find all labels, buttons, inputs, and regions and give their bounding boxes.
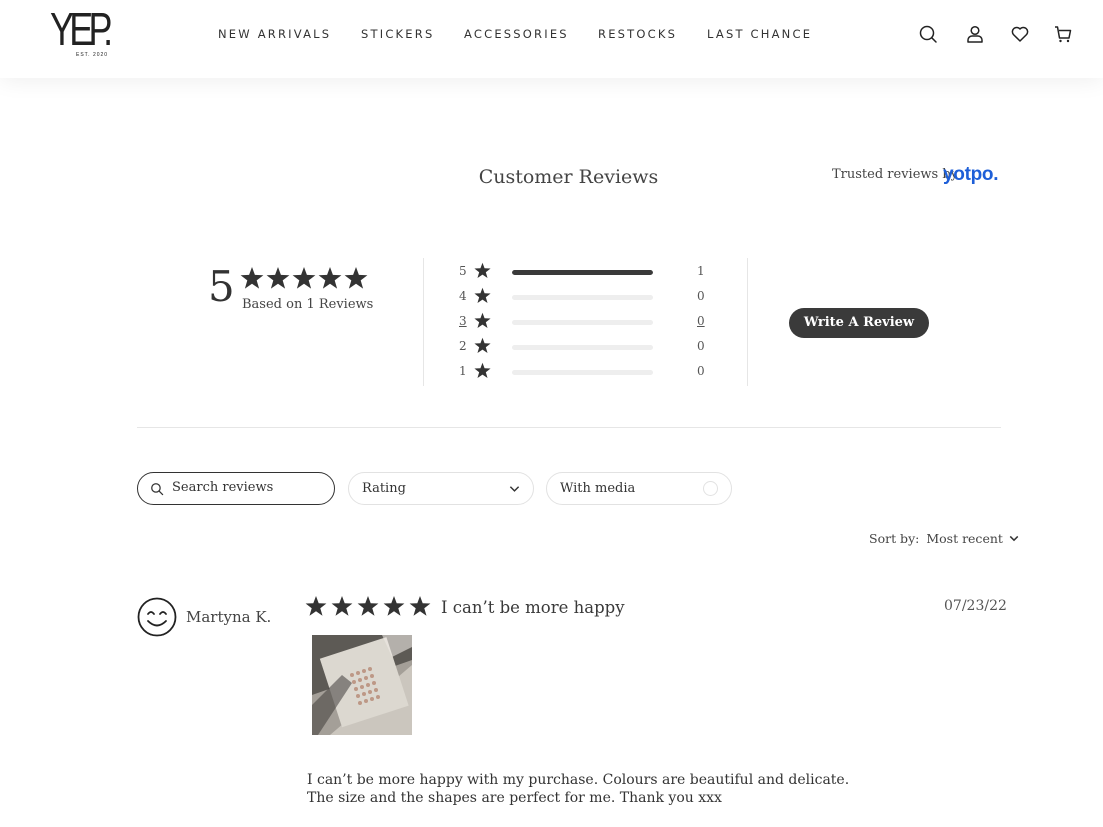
rating-row-5[interactable]: 5 1	[459, 261, 719, 281]
divider	[747, 258, 748, 386]
rating-row-2[interactable]: 2 0	[459, 336, 719, 356]
reviewer-name: Martyna K.	[186, 608, 272, 626]
rating-bar	[512, 345, 653, 350]
rating-row-4[interactable]: 4 0	[459, 286, 719, 306]
star-icon	[305, 596, 327, 616]
nav-new-arrivals[interactable]: NEW ARRIVALS	[218, 27, 331, 41]
rating-row-count: 0	[697, 314, 705, 328]
rating-row-stars: 2	[459, 339, 467, 353]
star-icon	[474, 287, 491, 304]
rating-row-count: 0	[697, 339, 705, 353]
review-body: I can’t be more happy with my purchase. …	[307, 772, 850, 806]
with-media-label: With media	[560, 481, 636, 496]
search-icon	[151, 483, 164, 496]
review-stars	[305, 596, 431, 616]
review-photo[interactable]	[312, 635, 412, 735]
sort-label: Sort by:	[869, 531, 920, 546]
star-icon	[240, 267, 264, 289]
cart-icon[interactable]	[1053, 24, 1073, 44]
star-icon	[474, 337, 491, 354]
star-icon	[344, 267, 368, 289]
rating-row-count: 0	[697, 364, 705, 378]
search-icon[interactable]	[918, 24, 938, 44]
rating-bar	[512, 320, 653, 325]
account-icon[interactable]	[965, 24, 985, 44]
section-divider	[137, 427, 1001, 428]
rating-row-stars: 5	[459, 264, 467, 278]
star-icon	[331, 596, 353, 616]
rating-filter-label: Rating	[362, 481, 406, 496]
logo-mark: YEP.	[50, 3, 113, 55]
site-header: YEP. EST. 2020 NEW ARRIVALS STICKERS ACC…	[0, 0, 1103, 78]
review-photo-image	[312, 635, 412, 735]
star-icon	[474, 312, 491, 329]
rating-row-stars: 4	[459, 289, 467, 303]
with-media-toggle[interactable]	[703, 481, 718, 496]
nav-restocks[interactable]: RESTOCKS	[598, 27, 677, 41]
rating-bar	[512, 295, 653, 300]
rating-bar	[512, 370, 653, 375]
sort-value: Most recent	[926, 531, 1003, 546]
average-score: 5	[208, 262, 235, 311]
nav-accessories[interactable]: ACCESSORIES	[464, 27, 569, 41]
divider	[423, 258, 424, 386]
search-reviews-input[interactable]	[170, 479, 324, 496]
star-icon	[474, 362, 491, 379]
star-icon	[266, 267, 290, 289]
nav-last-chance[interactable]: LAST CHANCE	[707, 27, 812, 41]
star-icon	[383, 596, 405, 616]
review-date: 07/23/22	[944, 598, 1007, 614]
nav-stickers[interactable]: STICKERS	[361, 27, 434, 41]
star-icon	[318, 267, 342, 289]
star-icon	[409, 596, 431, 616]
trusted-reviews-label: Trusted reviews by	[832, 167, 959, 182]
rating-bar	[512, 270, 653, 275]
rating-row-stars: 1	[459, 364, 467, 378]
based-on-count: Based on 1 Reviews	[242, 297, 374, 312]
chevron-down-icon	[509, 486, 520, 492]
rating-row-count: 0	[697, 289, 705, 303]
rating-row-count: 1	[697, 264, 705, 278]
star-icon	[474, 262, 491, 279]
search-reviews-box[interactable]	[137, 472, 335, 505]
star-icon	[292, 267, 316, 289]
with-media-filter[interactable]: With media	[546, 472, 732, 505]
rating-row-stars: 3	[459, 314, 467, 328]
chevron-down-icon	[1009, 535, 1019, 542]
sort-dropdown[interactable]: Sort by: Most recent	[869, 531, 1019, 546]
smiley-avatar-icon	[137, 597, 177, 637]
review-title: I can’t be more happy	[441, 598, 625, 617]
logo-tagline: EST. 2020	[76, 52, 109, 58]
star-icon	[357, 596, 379, 616]
logo[interactable]: YEP. EST. 2020	[50, 3, 136, 60]
wishlist-heart-icon[interactable]	[1010, 24, 1030, 44]
rating-row-1[interactable]: 1 0	[459, 361, 719, 381]
rating-filter-dropdown[interactable]: Rating	[348, 472, 534, 505]
yotpo-logo[interactable]: yotpo.	[943, 164, 999, 186]
write-review-button[interactable]: Write A Review	[789, 308, 929, 338]
rating-row-3[interactable]: 3 0	[459, 311, 719, 331]
average-stars	[240, 267, 368, 289]
